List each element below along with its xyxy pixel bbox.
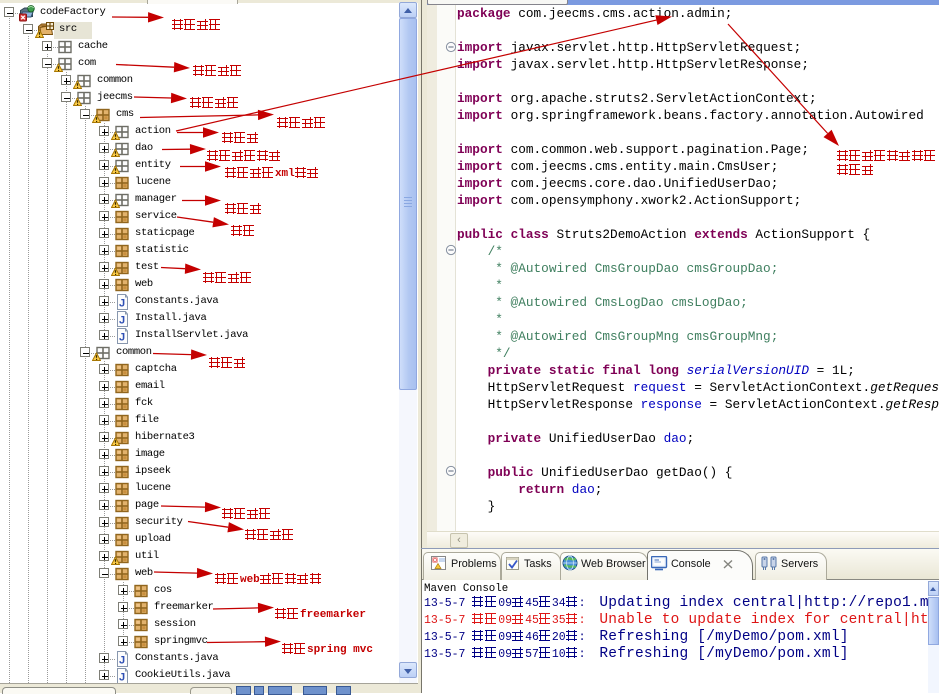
svg-text:J: J [119, 654, 125, 666]
svg-text:J: J [119, 297, 125, 309]
svg-text:J: J [119, 314, 125, 326]
svg-text:J: J [119, 671, 125, 683]
svg-text:J: J [119, 331, 125, 343]
